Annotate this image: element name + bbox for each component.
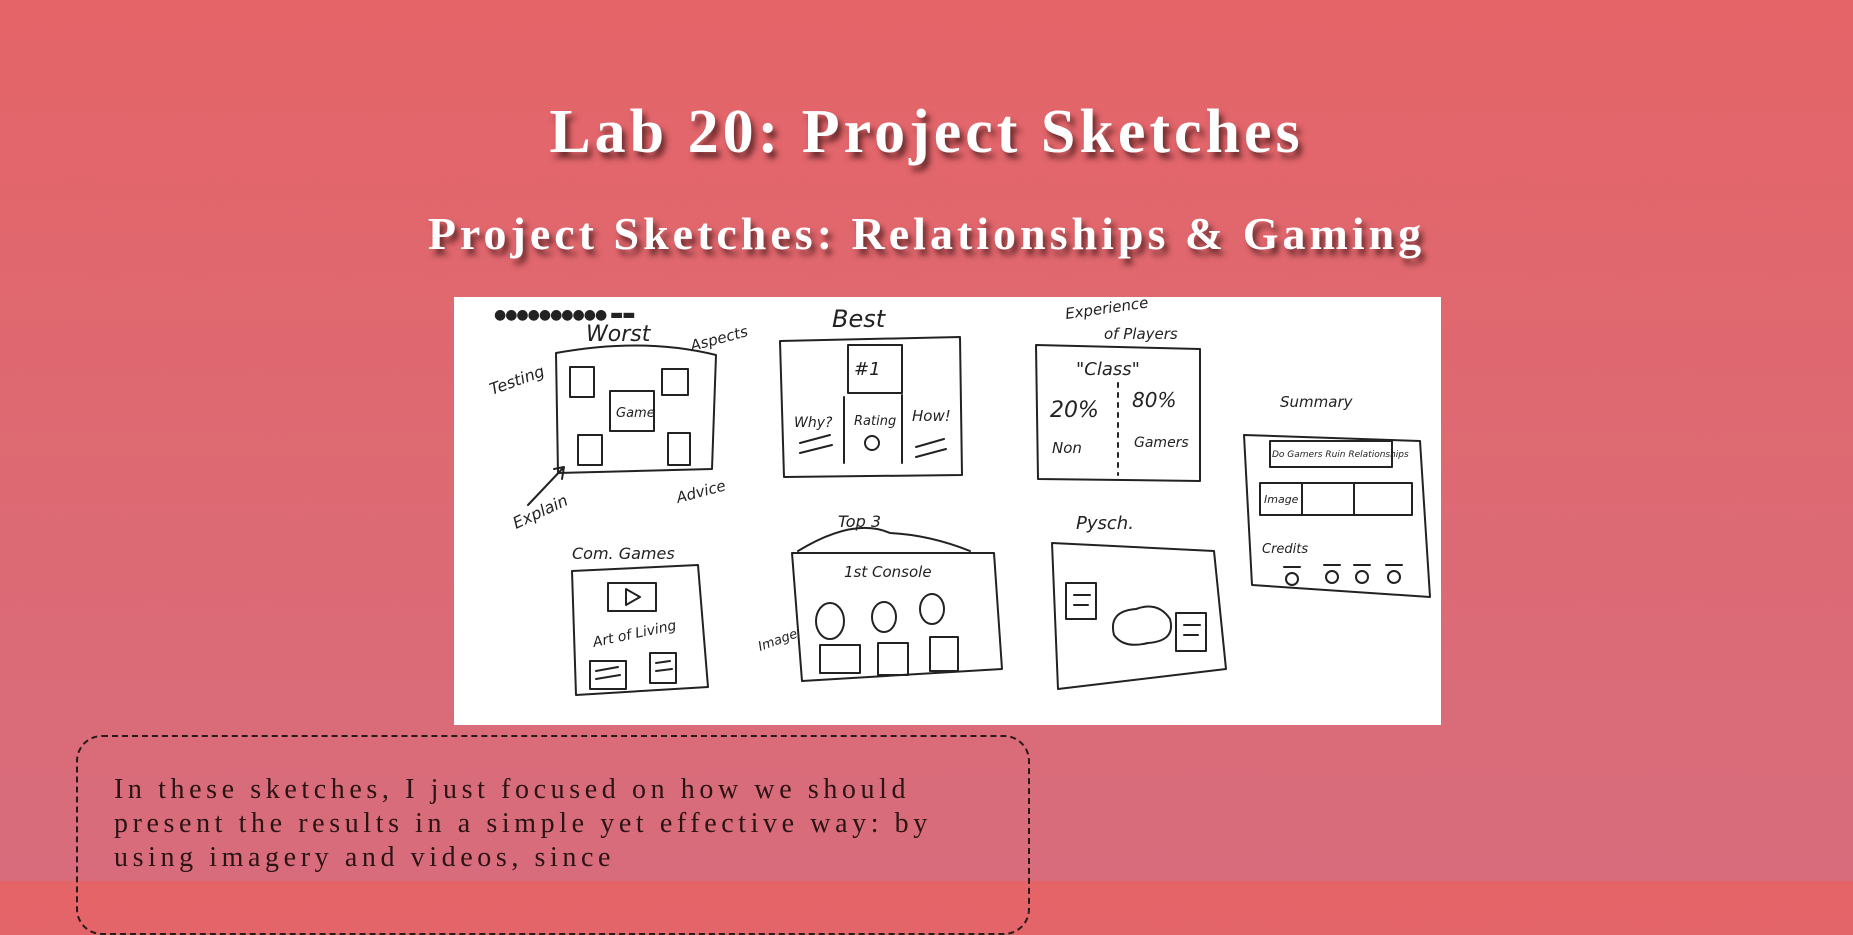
svg-text:Non: Non — [1052, 439, 1082, 457]
svg-text:#1: #1 — [854, 359, 881, 380]
svg-text:Com. Games: Com. Games — [572, 544, 675, 563]
sketch-frame-psych: Pysch. — [1051, 513, 1227, 690]
svg-text:How!: How! — [912, 407, 951, 425]
svg-text:Pysch.: Pysch. — [1076, 513, 1134, 534]
svg-text:Experience: Experience — [1064, 297, 1149, 323]
svg-text:Explain: Explain — [510, 491, 571, 533]
svg-text:Art of Living: Art of Living — [591, 618, 678, 652]
svg-text:Aspects: Aspects — [687, 322, 750, 355]
svg-text:Do Gamers Ruin Relationships: Do Gamers Ruin Relationships — [1272, 450, 1409, 460]
svg-text:of Players: of Players — [1104, 325, 1178, 343]
page-subtitle: Project Sketches: Relationships & Gaming — [427, 208, 1426, 259]
svg-text:Worst: Worst — [586, 322, 652, 347]
svg-text:Gamers: Gamers — [1134, 435, 1189, 451]
svg-text:"Class": "Class" — [1076, 359, 1140, 380]
sketch-frame-worst: ●●●●●●●●●● ▬▬ Worst Game Testing Aspects… — [487, 307, 750, 533]
sketch-frame-experience: Experience of Players "Class" 20% 80% No… — [1035, 297, 1201, 482]
sketch-frame-summary: Summary Do Gamers Ruin Relationships Ima… — [1243, 393, 1431, 598]
project-sketch-image: ●●●●●●●●●● ▬▬ Worst Game Testing Aspects… — [454, 297, 1441, 725]
page-title: Lab 20: Project Sketches — [549, 98, 1304, 166]
sketch-frame-best: Best #1 Why? Rating How! — [779, 305, 963, 478]
description-box: In these sketches, I just focused on how… — [76, 735, 1030, 935]
svg-text:Image: Image — [756, 627, 799, 655]
sketch-frame-top3: Top 3 1st Console Image — [756, 512, 1003, 682]
svg-text:Credits: Credits — [1262, 542, 1308, 557]
sketch-frame-com-games: Com. Games Art of Living — [571, 544, 709, 696]
svg-text:Testing: Testing — [487, 361, 547, 398]
svg-text:80%: 80% — [1132, 388, 1176, 412]
svg-text:●●●●●●●●●● ▬▬: ●●●●●●●●●● ▬▬ — [494, 307, 635, 323]
svg-text:Why?: Why? — [794, 415, 833, 431]
svg-text:Game: Game — [616, 406, 655, 421]
svg-text:20%: 20% — [1050, 398, 1099, 423]
svg-text:1st Console: 1st Console — [844, 563, 932, 581]
svg-text:Best: Best — [832, 305, 887, 333]
svg-text:Summary: Summary — [1280, 393, 1354, 411]
svg-text:Rating: Rating — [854, 414, 896, 429]
svg-text:Image: Image — [1264, 493, 1299, 506]
svg-text:Advice: Advice — [673, 476, 727, 507]
description-text: In these sketches, I just focused on how… — [114, 774, 932, 873]
